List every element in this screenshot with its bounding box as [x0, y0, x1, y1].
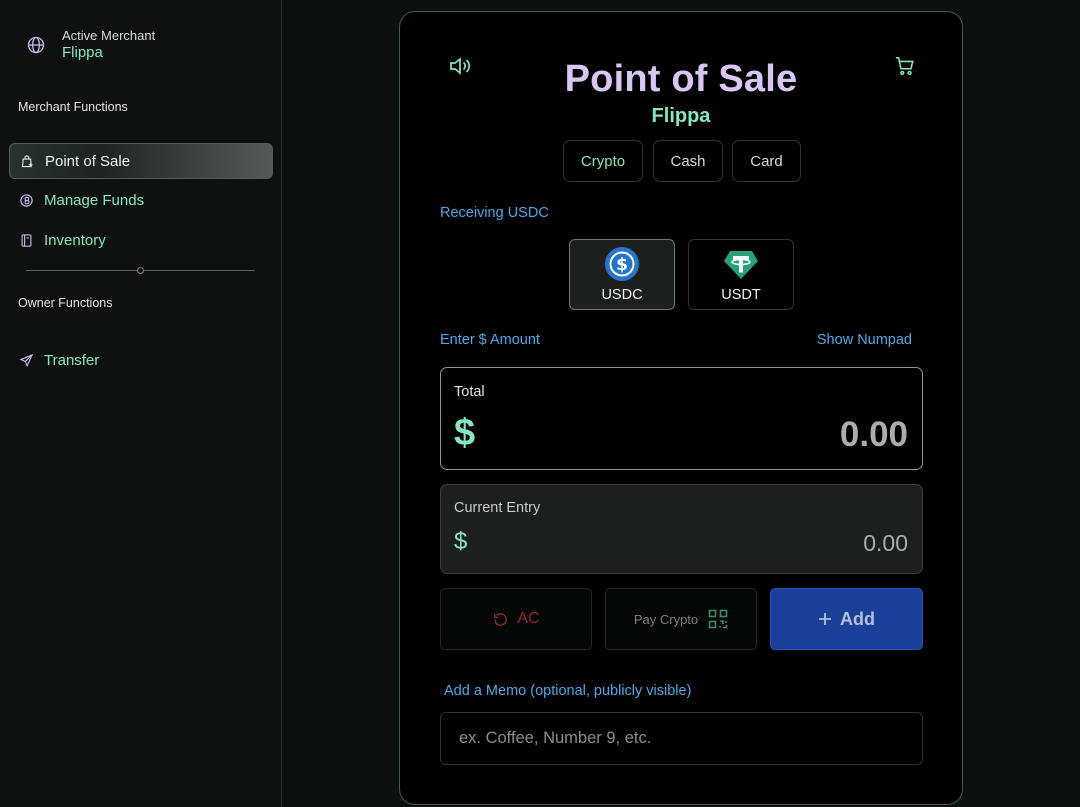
total-currency: $	[454, 412, 476, 454]
token-usdt-button[interactable]: USDT	[688, 239, 794, 310]
total-amount: 0.00	[839, 415, 908, 454]
merchant-subtitle: Flippa	[651, 105, 711, 127]
page-title: Point of Sale	[564, 58, 798, 100]
current-entry-box: Current Entry $ 0.00	[440, 484, 923, 574]
sidebar-item-inventory[interactable]: Inventory	[9, 222, 273, 258]
current-entry-label: Current Entry	[454, 500, 541, 516]
plus-icon	[819, 613, 831, 625]
enter-amount-label: Enter $ Amount	[440, 332, 540, 348]
divider-dot	[137, 267, 144, 274]
sidebar-item-label: Point of Sale	[45, 152, 131, 170]
add-label: Add	[840, 608, 875, 629]
usdt-icon	[724, 251, 758, 279]
sidebar-item-transfer[interactable]: Transfer	[9, 342, 273, 378]
pos-card: Point of Sale Flippa Crypto Cash Card Re…	[399, 11, 963, 805]
total-label: Total	[454, 384, 485, 400]
active-merchant[interactable]: Active Merchant Flippa	[26, 28, 155, 62]
show-numpad-link[interactable]: Show Numpad	[817, 332, 912, 348]
reset-icon	[494, 612, 508, 626]
memo-label: Add a Memo (optional, publicly visible)	[444, 683, 692, 699]
sidebar-item-point-of-sale[interactable]: Point of Sale	[9, 143, 273, 179]
pay-crypto-button[interactable]: Pay Crypto	[605, 588, 757, 650]
token-usdc-button[interactable]: $ USDC	[569, 239, 675, 310]
merchant-functions-heading: Merchant Functions	[18, 100, 128, 114]
sidebar-item-manage-funds[interactable]: Manage Funds	[9, 182, 273, 218]
add-button[interactable]: Add	[770, 588, 923, 650]
send-icon	[19, 353, 34, 367]
pay-crypto-label: Pay Crypto	[633, 611, 699, 627]
pos-bag-icon	[21, 154, 33, 167]
owner-functions-heading: Owner Functions	[18, 296, 113, 310]
tab-card[interactable]: Card	[732, 140, 801, 182]
sidebar-item-label: Manage Funds	[44, 191, 145, 209]
sidebar-item-label: Transfer	[44, 351, 100, 369]
active-merchant-label: Active Merchant	[62, 28, 156, 43]
token-label: USDT	[721, 287, 761, 303]
memo-input[interactable]	[440, 712, 923, 765]
tab-cash[interactable]: Cash	[653, 140, 723, 182]
entry-currency: $	[454, 528, 468, 555]
token-label: USDC	[601, 287, 643, 303]
coin-icon	[20, 193, 33, 207]
all-clear-label: AC	[517, 610, 540, 627]
book-icon	[21, 233, 32, 247]
qr-code-icon	[708, 609, 728, 629]
all-clear-button[interactable]: AC	[440, 588, 592, 650]
globe-icon	[27, 36, 45, 54]
sidebar: Active Merchant Flippa Merchant Function…	[0, 0, 282, 807]
svg-text:$: $	[616, 255, 628, 275]
tab-crypto[interactable]: Crypto	[563, 140, 643, 182]
sidebar-item-label: Inventory	[44, 231, 106, 249]
entry-amount: 0.00	[863, 530, 908, 556]
receiving-label: Receiving USDC	[440, 205, 549, 221]
usdc-icon: $	[605, 247, 639, 281]
total-box: Total $ 0.00	[440, 367, 923, 470]
active-merchant-name: Flippa	[62, 44, 103, 61]
